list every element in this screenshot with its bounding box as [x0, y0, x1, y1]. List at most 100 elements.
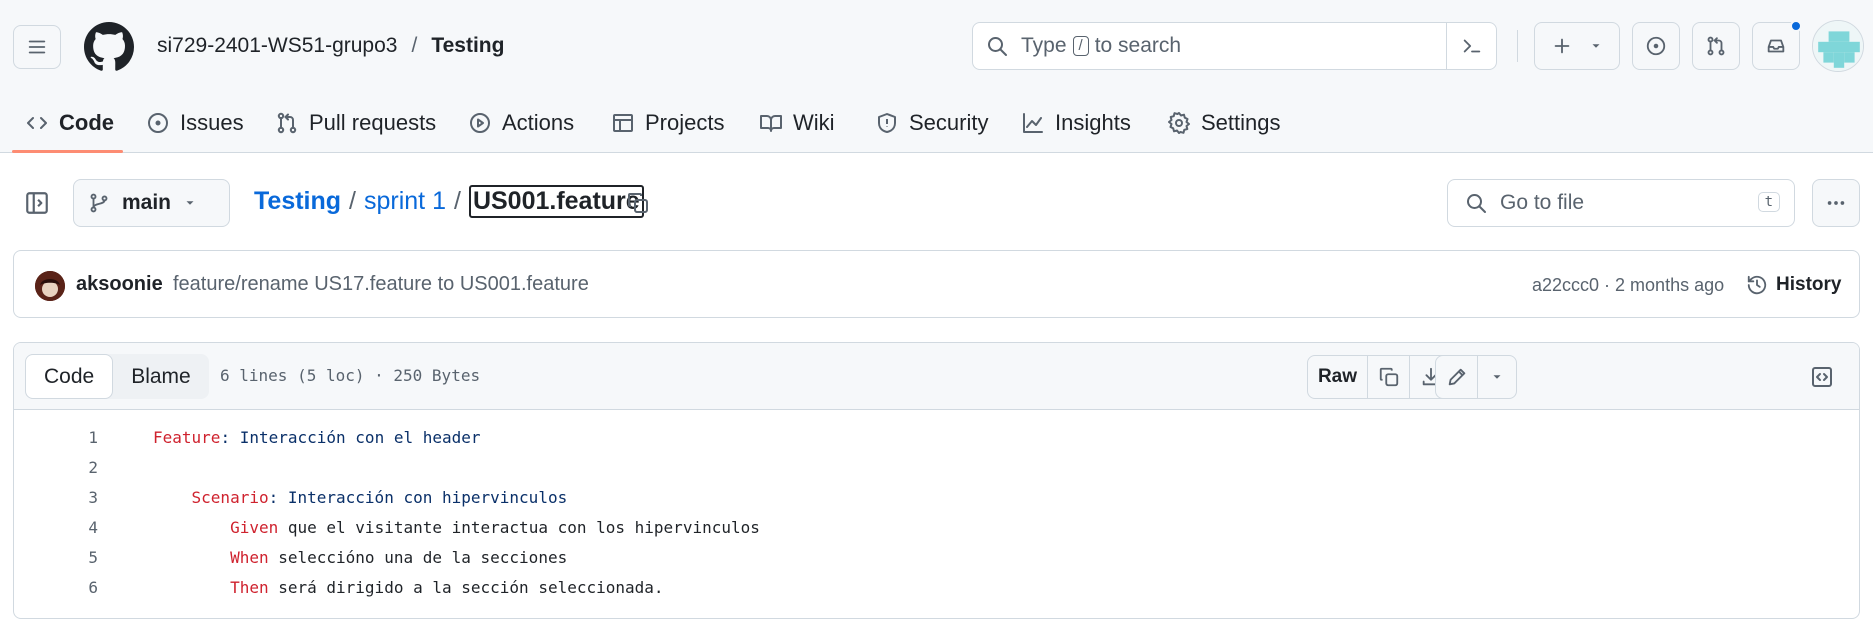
line-number[interactable]: 1	[14, 428, 98, 447]
inbox-icon	[1767, 39, 1785, 53]
line-number[interactable]: 5	[14, 548, 98, 567]
code-icon	[27, 117, 47, 129]
tab-actions-label: Actions	[502, 110, 575, 135]
code-line: 2	[14, 452, 1859, 482]
code-view-button[interactable]: Code	[25, 354, 114, 399]
commit-author-name[interactable]: aksoonie	[76, 273, 163, 296]
breadcrumb-current-file: US001.feature	[468, 185, 644, 218]
line-content: Feature: Interacción con el header	[153, 428, 481, 447]
symbols-panel-button[interactable]	[1800, 355, 1844, 399]
branch-name: main	[122, 191, 172, 214]
table-icon	[613, 114, 633, 132]
caret-down-icon	[1493, 375, 1501, 379]
header-divider	[1517, 30, 1518, 62]
gear-icon	[1168, 112, 1190, 134]
copy-icon	[1379, 367, 1398, 387]
git-pull-request-icon	[1707, 36, 1725, 56]
graph-icon	[1023, 113, 1043, 133]
edit-options-dropdown[interactable]	[1478, 356, 1516, 398]
tab-code-label: Code	[59, 110, 114, 135]
identicon-icon	[1813, 21, 1863, 71]
repo-owner-link[interactable]: si729-2401-WS51-grupo3	[157, 34, 397, 58]
more-options-button[interactable]	[1812, 179, 1860, 227]
your-issues-button[interactable]	[1632, 22, 1680, 70]
file-viewer: Code Blame 6 lines (5 loc) · 250 Bytes R…	[13, 342, 1860, 619]
history-label: History	[1776, 274, 1842, 295]
breadcrumb-folder-link[interactable]: sprint 1	[364, 187, 446, 216]
tab-insights[interactable]: Insights	[1021, 104, 1131, 142]
your-pull-requests-button[interactable]	[1692, 22, 1740, 70]
shield-icon	[878, 113, 896, 133]
tab-issues[interactable]: Issues	[146, 104, 244, 142]
tab-actions[interactable]: Actions	[468, 104, 574, 142]
plus-icon	[1554, 38, 1570, 54]
code-square-icon	[1812, 367, 1832, 387]
commit-sha-and-time[interactable]: a22ccc0 · 2 months ago	[1532, 275, 1724, 296]
blame-view-button[interactable]: Blame	[113, 354, 209, 399]
commit-author-avatar[interactable]	[35, 271, 65, 301]
breadcrumb-separator: /	[349, 187, 356, 215]
issue-icon	[148, 113, 168, 133]
breadcrumb-repo-link[interactable]: Testing	[254, 187, 341, 216]
search-placeholder-suffix: to search	[1094, 34, 1182, 57]
commit-message-link[interactable]: feature/rename US17.feature to US001.fea…	[173, 273, 589, 296]
search-icon	[988, 37, 1007, 56]
copy-raw-button[interactable]	[1368, 356, 1410, 398]
copy-path-button[interactable]	[622, 187, 654, 219]
repo-name-link[interactable]: Testing	[431, 34, 504, 58]
code-line: 1 Feature: Interacción con el header	[14, 422, 1859, 452]
global-search-input[interactable]: Type / to search	[972, 22, 1497, 70]
line-number[interactable]: 6	[14, 578, 98, 597]
search-placeholder-prefix: Type	[1021, 34, 1067, 57]
user-avatar[interactable]	[1812, 20, 1864, 72]
file-viewer-header: Code Blame 6 lines (5 loc) · 250 Bytes R…	[14, 343, 1859, 410]
author-avatar-image-icon	[35, 271, 65, 301]
line-number[interactable]: 2	[14, 458, 98, 477]
code-line: 4 Given que el visitante interactua con …	[14, 512, 1859, 542]
gherkin-keyword: When	[230, 547, 269, 567]
menu-button[interactable]	[13, 25, 61, 69]
gherkin-keyword: Given	[230, 517, 279, 537]
branch-selector-button[interactable]: main	[73, 179, 230, 227]
line-number[interactable]: 4	[14, 518, 98, 537]
line-content: When selecciónо una de la secciones	[153, 548, 567, 567]
play-icon	[470, 113, 490, 133]
git-branch-icon	[90, 193, 108, 213]
line-content: Then será dirigido a la sección seleccio…	[153, 578, 663, 597]
tab-projects-label: Projects	[645, 110, 725, 135]
line-text: que el visitante interactua con los hipe…	[278, 517, 760, 537]
go-to-file-input[interactable]: Go to file t	[1447, 179, 1795, 227]
file-breadcrumb: Testing / sprint 1 / US001.feature	[254, 185, 644, 218]
go-to-file-placeholder: Go to file	[1500, 191, 1585, 214]
tab-settings[interactable]: Settings	[1167, 104, 1281, 142]
tab-projects[interactable]: Projects	[611, 104, 724, 142]
hamburger-icon	[28, 40, 46, 54]
command-palette-button[interactable]	[1446, 23, 1496, 69]
line-number[interactable]: 3	[14, 488, 98, 507]
notification-indicator	[1790, 20, 1802, 32]
tab-security-label: Security	[909, 110, 989, 135]
view-mode-toggle: Code Blame	[25, 354, 209, 399]
history-button[interactable]: History	[1746, 268, 1841, 302]
code-line: 6 Then será dirigido a la sección selecc…	[14, 572, 1859, 602]
search-shortcut-key: /	[1072, 36, 1089, 56]
tab-issues-label: Issues	[180, 110, 244, 135]
caret-down-icon	[1592, 44, 1600, 48]
gherkin-keyword: Scenario	[191, 487, 269, 507]
tab-pull-requests[interactable]: Pull requests	[275, 104, 436, 142]
create-new-button[interactable]	[1534, 22, 1620, 70]
file-tree-toggle-button[interactable]	[18, 184, 56, 222]
raw-button[interactable]: Raw	[1308, 356, 1368, 398]
code-line: 3 Scenario: Interacción con hipervinculo…	[14, 482, 1859, 512]
tab-code[interactable]: Code	[25, 104, 114, 142]
caret-down-icon	[186, 201, 194, 205]
github-logo-icon[interactable]	[84, 22, 134, 72]
tab-wiki[interactable]: Wiki	[759, 104, 835, 142]
active-tab-underline	[12, 150, 123, 153]
edit-file-button[interactable]	[1436, 356, 1478, 398]
tab-security[interactable]: Security	[875, 104, 988, 142]
